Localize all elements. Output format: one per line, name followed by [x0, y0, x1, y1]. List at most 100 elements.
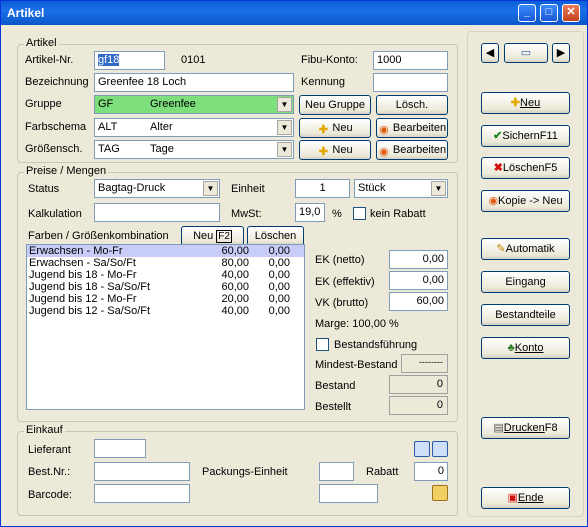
kein-rabatt-checkbox[interactable]: [353, 207, 366, 220]
exit-icon: ▣: [507, 492, 518, 504]
list-item-price: 40,00: [221, 269, 249, 281]
farben-neu-button[interactable]: Neu F2: [181, 226, 244, 246]
konto-button[interactable]: ♣Konto: [481, 337, 570, 359]
print-record-button[interactable]: ▭: [504, 43, 548, 63]
mwst-percent: %: [332, 208, 342, 220]
window-title: Artikel: [7, 6, 45, 20]
chevron-down-icon[interactable]: ▼: [277, 120, 292, 135]
automatik-label: Automatik: [505, 243, 555, 255]
bestandteile-button[interactable]: Bestandteile: [481, 304, 570, 326]
rabatt-input[interactable]: 0: [414, 462, 448, 481]
list-item-price: 80,00: [221, 257, 249, 269]
ek-effektiv-input[interactable]: 0,00: [389, 271, 448, 290]
ek-effektiv-label: EK (effektiv): [315, 276, 375, 288]
barcode-tool-icon[interactable]: [432, 485, 448, 501]
list-item-price: 40,00: [221, 305, 249, 317]
prev-record-button[interactable]: ◀: [481, 43, 499, 63]
chevron-down-icon[interactable]: ▼: [277, 97, 292, 112]
search-icon[interactable]: [432, 441, 448, 457]
f2-key: F2: [216, 230, 232, 243]
drucken-button[interactable]: ▤DruckenF8: [481, 417, 570, 439]
list-item[interactable]: Erwachsen - Mo-Fr 60,00 0,00: [27, 245, 304, 257]
plus-icon: ✚: [318, 146, 329, 158]
minimize-button[interactable]: _: [518, 4, 536, 22]
vk-brutto-input[interactable]: 60,00: [389, 292, 448, 311]
packungs-einheit-label: Packungs-Einheit: [202, 466, 288, 478]
farbschema-code: ALT: [98, 121, 118, 133]
list-item-name: Jugend bis 18 - Mo-Fr: [29, 269, 137, 281]
list-item-name: Jugend bis 12 - Mo-Fr: [29, 293, 137, 305]
delete-x-icon: ✖: [493, 162, 503, 174]
printer-icon[interactable]: [414, 441, 430, 457]
barcode-input[interactable]: [94, 484, 190, 503]
farbschema-neu-button[interactable]: ✚ Neu: [299, 118, 371, 138]
list-item[interactable]: Jugend bis 12 - Sa/So/Ft 40,00 0,00: [27, 305, 304, 317]
packungs-einheit-input[interactable]: [319, 462, 354, 481]
next-record-button[interactable]: ▶: [552, 43, 570, 63]
barcode2-input[interactable]: [319, 484, 378, 503]
status-select[interactable]: Bagtag-Druck ▼: [94, 179, 220, 198]
plus-icon: ✚: [318, 124, 329, 136]
list-item[interactable]: Erwachsen - Sa/So/Ft 80,00 0,00: [27, 257, 304, 269]
printer-icon: ▭: [520, 47, 532, 59]
list-item[interactable]: Jugend bis 18 - Mo-Fr 40,00 0,00: [27, 269, 304, 281]
lieferant-label: Lieferant: [28, 444, 71, 456]
side-neu-button[interactable]: ✚Neu: [481, 92, 570, 114]
eingang-button[interactable]: Eingang: [481, 271, 570, 293]
best-nr-label: Best.Nr.:: [28, 466, 71, 478]
mindest-bestand-label: Mindest-Bestand: [315, 359, 398, 371]
f11-key: F11: [539, 130, 558, 142]
loeschen-button[interactable]: ✖LöschenF5: [481, 157, 570, 179]
groessenschema-neu-button[interactable]: ✚ Neu: [299, 140, 371, 160]
barcode-label: Barcode:: [28, 489, 73, 501]
einheit-unit-select[interactable]: Stück ▼: [354, 179, 448, 198]
list-item-extra: 0,00: [268, 245, 290, 257]
bezeichnung-input[interactable]: Greenfee 18 Loch: [94, 73, 294, 92]
lieferant-input[interactable]: [94, 439, 146, 458]
best-nr-input[interactable]: [94, 462, 190, 481]
kombination-list[interactable]: Erwachsen - Mo-Fr 60,00 0,00 Erwachsen - Sa…: [26, 244, 305, 410]
automatik-button[interactable]: ✎Automatik: [481, 238, 570, 260]
kennung-label: Kennung: [301, 76, 346, 88]
bestandsfuehrung-checkbox[interactable]: [316, 338, 329, 351]
farben-loeschen-button[interactable]: Löschen: [247, 226, 304, 246]
kennung-input[interactable]: [373, 73, 448, 92]
neu-gruppe-button[interactable]: Neu Gruppe: [299, 95, 371, 115]
mwst-input[interactable]: 19,0: [295, 203, 325, 222]
bestellt-value: 0: [389, 396, 448, 415]
gruppe-select[interactable]: GF Greenfee ▼: [94, 95, 294, 114]
list-item-extra: 0,00: [268, 269, 290, 281]
groessenschema-code: TAG: [98, 143, 120, 155]
status-label: Status: [28, 183, 60, 195]
einheit-input[interactable]: 1: [295, 179, 350, 198]
chevron-down-icon[interactable]: ▼: [277, 142, 292, 157]
groessenschema-select[interactable]: TAG Tage ▼: [94, 140, 294, 159]
farbschema-select[interactable]: ALT Alter ▼: [94, 118, 294, 137]
list-item[interactable]: Jugend bis 18 - Sa/So/Ft 60,00 0,00: [27, 281, 304, 293]
f5-key: F5: [544, 162, 558, 174]
status-value: Bagtag-Druck: [98, 182, 166, 194]
chevron-down-icon[interactable]: ▼: [431, 181, 446, 196]
groessenschema-label: Größensch.: [25, 143, 83, 155]
groessenschema-name: Tage: [150, 143, 174, 155]
groessenschema-bearbeiten-button[interactable]: ◉ Bearbeiten: [376, 140, 448, 160]
artikel-nr-input[interactable]: gf18: [94, 51, 165, 70]
f8-key: F8: [544, 422, 558, 434]
plus-icon: ✚: [510, 97, 521, 109]
chevron-down-icon[interactable]: ▼: [203, 181, 218, 196]
ek-netto-input[interactable]: 0,00: [389, 250, 448, 269]
ende-button[interactable]: ▣Ende: [481, 487, 570, 509]
maximize-button[interactable]: □: [540, 4, 558, 22]
fibu-konto-input[interactable]: 1000: [373, 51, 448, 70]
sichern-button[interactable]: ✔SichernF11: [481, 125, 570, 147]
farbschema-bearbeiten-button[interactable]: ◉ Bearbeiten: [376, 118, 448, 138]
checkmark-icon: ✔: [493, 130, 503, 142]
list-item-name: Jugend bis 12 - Sa/So/Ft: [29, 305, 151, 317]
kopie-neu-button[interactable]: ◉Kopie -> Neu: [481, 190, 570, 212]
loesch-gruppe-button[interactable]: Lösch.: [376, 95, 448, 115]
kalkulation-input[interactable]: [94, 203, 220, 222]
list-item[interactable]: Jugend bis 12 - Mo-Fr 20,00 0,00: [27, 293, 304, 305]
kopie-neu-label: Kopie -> Neu: [498, 195, 563, 207]
close-button[interactable]: ✕: [562, 4, 580, 22]
farbschema-name: Alter: [150, 121, 173, 133]
